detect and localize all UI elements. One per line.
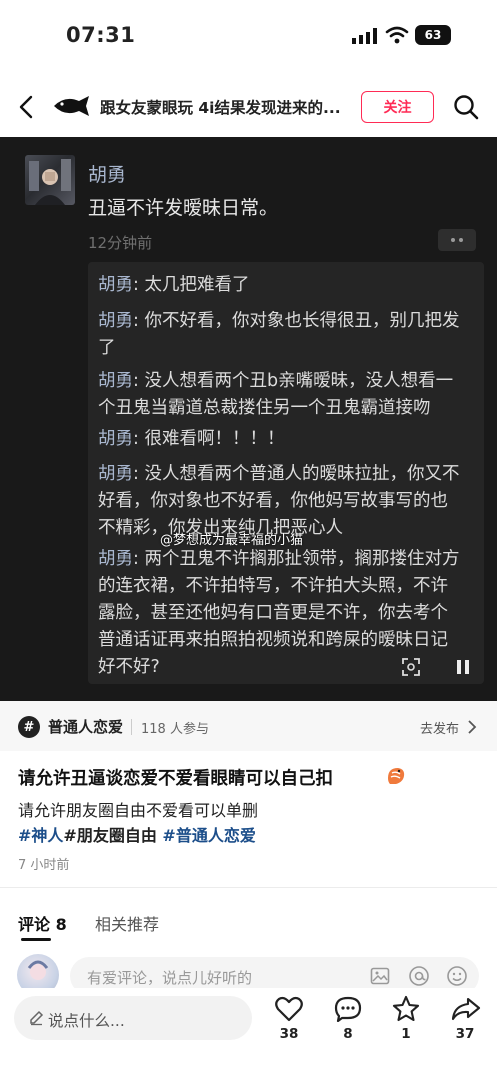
search-icon[interactable] [453, 94, 479, 124]
more-icon [438, 229, 476, 251]
back-icon[interactable] [16, 95, 36, 123]
wifi-icon [385, 26, 409, 48]
comment-icon[interactable] [334, 996, 362, 1026]
topic-count: 118 人参与 [141, 722, 209, 737]
like-icon[interactable] [275, 996, 303, 1026]
shrimp-emoji-icon [384, 764, 408, 792]
post-body: 请允许朋友圈自由不爱看可以单删 [18, 801, 259, 820]
battery-icon: 63 [415, 25, 451, 45]
reply-name: 胡勇 [98, 429, 133, 449]
watermark: @梦想成为最幸福的小猫 [160, 533, 304, 548]
reply-text-cont: 个丑鬼当霸道总裁搂住另一个丑鬼霸道接吻 [98, 398, 431, 418]
status-time: 07:31 [66, 23, 136, 47]
signal-icon [352, 28, 378, 48]
reply-name: 胡勇 [98, 311, 133, 331]
comment-time: 12分钟前 [88, 234, 153, 252]
hashtag-icon: # [18, 716, 40, 738]
topic-publish-link[interactable]: 去发布 [420, 718, 459, 737]
reply-item: 胡勇: 太几把难看了 [98, 272, 478, 299]
scan-icon[interactable] [401, 657, 421, 681]
comment-text: 丑逼不许发暧昧日常。 [88, 197, 279, 219]
tag-link[interactable]: #神人 [18, 826, 63, 845]
divider [0, 887, 497, 888]
tag-link[interactable]: #普通人恋爱 [162, 826, 255, 845]
follow-button[interactable]: 关注 [361, 91, 434, 123]
reply-text: : 太几把难看了 [133, 275, 250, 295]
reply-text: : 很难看啊！！！！ [133, 429, 285, 449]
post-title-header: 跟女友蒙眼玩 4i结果发现进来的... [100, 99, 341, 117]
reply-text-cont: 露脸，甚至还他妈有口音更是不许，你去考个 [98, 603, 448, 623]
pause-icon[interactable] [455, 659, 471, 679]
reply-name: 胡勇 [98, 275, 133, 295]
share-icon[interactable] [451, 997, 481, 1025]
comment-count: 8 [343, 1026, 353, 1042]
reply-text-cont: 了 [98, 338, 116, 358]
tag-link[interactable]: #朋友圈自由 [63, 826, 156, 845]
post-title-text: 请允许丑逼谈恋爱不爱看眼睛可以自己扣 [18, 769, 333, 789]
post-tags: #神人#朋友圈自由 #普通人恋爱 [18, 822, 256, 846]
topic-divider [131, 719, 132, 735]
reply-list: 胡勇: 太几把难看了 胡勇: 你不好看，你对象也长得很丑，别几把发了 胡勇: 没… [88, 262, 484, 684]
reply-item: 胡勇: 很难看啊！！！！ [98, 426, 478, 453]
reply-text-cont: 好不好? [98, 657, 160, 677]
reply-name: 胡勇 [98, 549, 133, 569]
like-count: 38 [279, 1026, 299, 1042]
share-count: 37 [455, 1026, 475, 1042]
reply-text: : 你不好看，你对象也长得很丑，别几把发 [133, 311, 460, 331]
tab-indicator [21, 938, 51, 941]
reply-text-cont: 普通话证再来拍照拍视频说和跨屎的暧昧日记 [98, 630, 448, 650]
tab-comments[interactable]: 评论 8 [18, 911, 67, 935]
image-icon[interactable] [370, 966, 390, 990]
reply-name: 胡勇 [98, 371, 133, 391]
say-something-label: 说点什么... [48, 1012, 125, 1030]
reply-item: 胡勇: 两个丑鬼不许搁那扯领带，搁那搂住对方的连衣裙，不许拍特写，不许拍大头照，… [98, 546, 478, 681]
reply-text: : 没人想看两个丑b亲嘴暧昧，没人想看一 [133, 371, 454, 391]
reply-name: 胡勇 [98, 464, 133, 484]
reply-item: 胡勇: 你不好看，你对象也长得很丑，别几把发了 [98, 308, 478, 362]
comment-placeholder: 有爱评论，说点儿好听的 [87, 969, 253, 987]
reply-text-cont: 的连衣裙，不许拍特写，不许拍大头照，不许 [98, 576, 448, 596]
post-date: 7 小时前 [18, 858, 70, 873]
pencil-icon [28, 1010, 44, 1030]
chevron-right-icon [467, 719, 477, 739]
post-title: 请允许丑逼谈恋爱不爱看眼睛可以自己扣 [18, 765, 333, 790]
commenter-name: 胡勇 [88, 164, 127, 186]
star-count: 1 [401, 1026, 411, 1042]
reply-text: : 两个丑鬼不许搁那扯领带，搁那搂住对方 [133, 549, 460, 569]
tab-related[interactable]: 相关推荐 [95, 911, 159, 935]
commenter-avatar [25, 155, 75, 205]
fish-avatar-icon[interactable] [51, 94, 91, 122]
reply-text: : 没人想看两个普通人的暧昧拉扯，你又不 [133, 464, 460, 484]
reply-item: 胡勇: 没人想看两个丑b亲嘴暧昧，没人想看一个丑鬼当霸道总裁搂住另一个丑鬼霸道接… [98, 368, 478, 422]
reply-text-cont: 好看，你对象也不好看，你他妈写故事写的也 [98, 491, 448, 511]
topic-name[interactable]: 普通人恋爱 [48, 716, 123, 737]
star-icon[interactable] [392, 995, 420, 1026]
